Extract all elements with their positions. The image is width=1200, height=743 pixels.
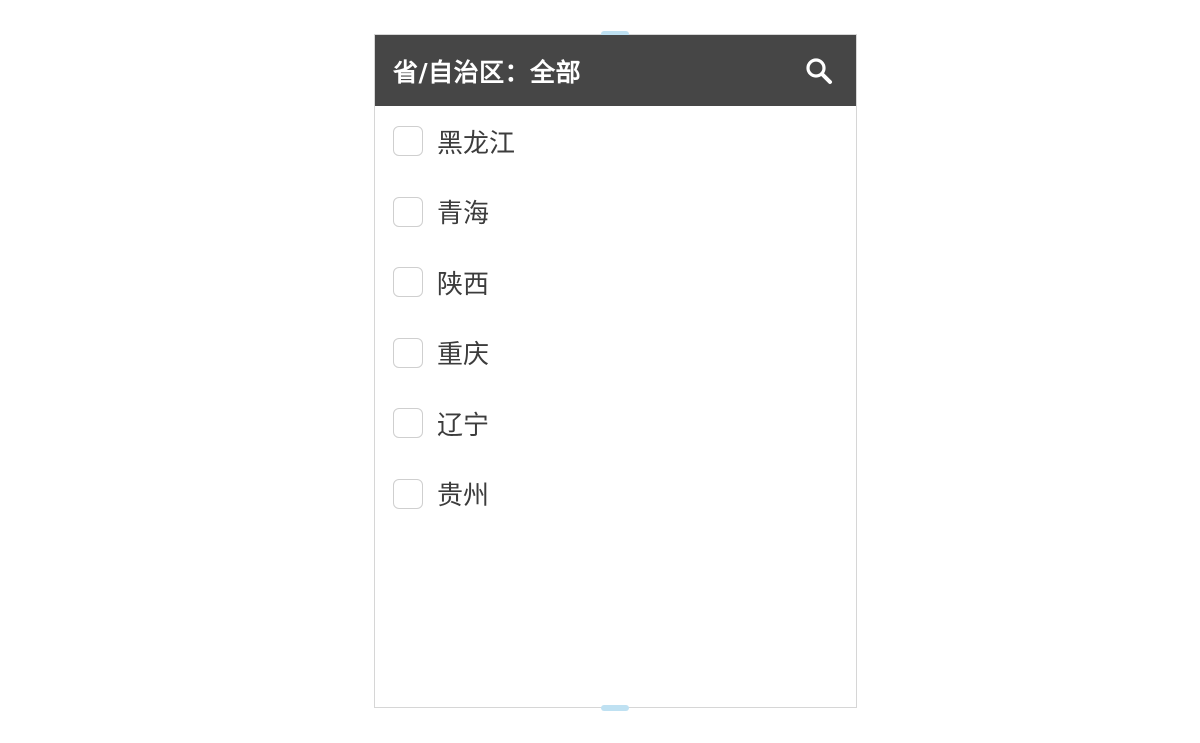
province-checkbox[interactable] (393, 337, 423, 368)
province-checkbox[interactable] (393, 126, 423, 157)
province-label: 陕西 (437, 269, 490, 300)
search-button[interactable] (802, 54, 836, 88)
province-item[interactable]: 辽宁 (375, 388, 856, 459)
province-label: 辽宁 (437, 410, 490, 441)
province-checkbox[interactable] (393, 196, 423, 227)
province-label: 贵州 (437, 481, 490, 512)
search-icon (806, 57, 832, 84)
panel-header: 省/自治区：全部 (375, 35, 856, 106)
province-item[interactable]: 重庆 (375, 318, 856, 389)
province-label: 青海 (437, 199, 490, 230)
province-item[interactable]: 贵州 (375, 459, 856, 530)
province-list: 黑龙江 青海 陕西 重庆 辽宁 贵州 (375, 106, 856, 529)
bottom-resize-handle[interactable] (601, 705, 629, 711)
province-checkbox[interactable] (393, 408, 423, 439)
province-filter-panel: 省/自治区：全部 黑龙江 青海 陕西 重庆 辽宁 贵州 (374, 31, 857, 711)
province-item[interactable]: 黑龙江 (375, 106, 856, 177)
province-label: 重庆 (437, 340, 490, 371)
province-checkbox[interactable] (393, 267, 423, 298)
province-item[interactable]: 陕西 (375, 247, 856, 318)
province-label: 黑龙江 (437, 128, 516, 159)
header-title: 省/自治区：全部 (393, 57, 582, 87)
province-item[interactable]: 青海 (375, 177, 856, 248)
province-checkbox[interactable] (393, 478, 423, 509)
